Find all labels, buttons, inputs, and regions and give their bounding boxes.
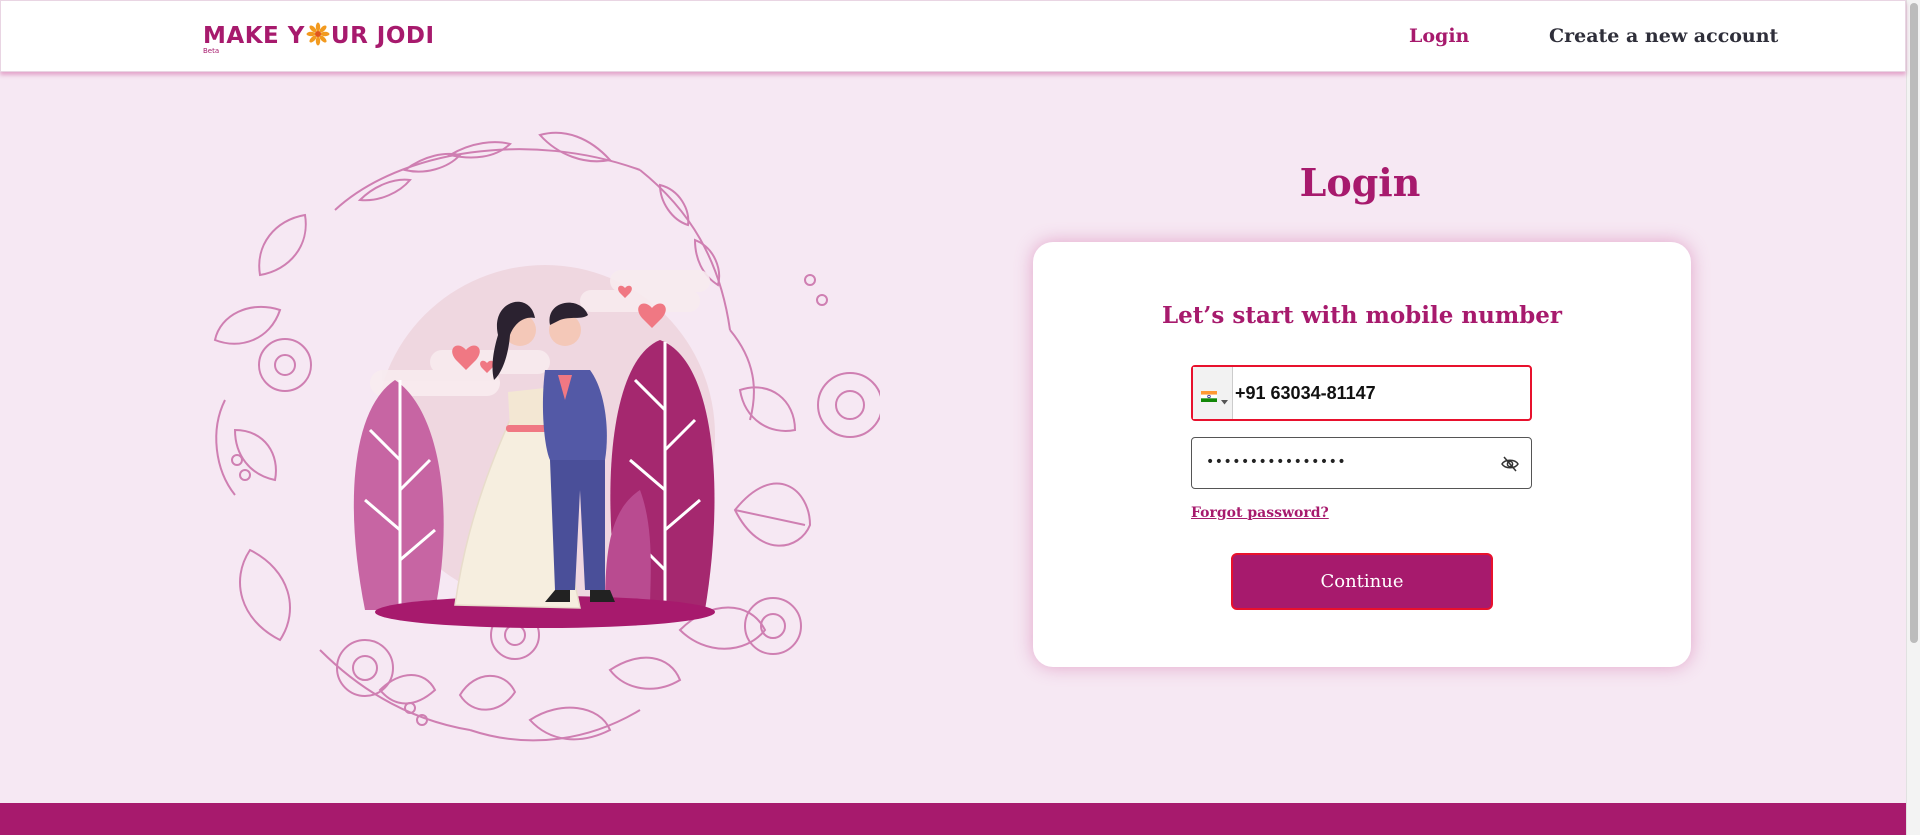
continue-button[interactable]: Continue xyxy=(1231,553,1493,610)
password-field[interactable]: •••••••••••••••• xyxy=(1191,437,1532,489)
login-card: Let’s start with mobile number +91 63034… xyxy=(1033,242,1691,667)
logo-flower-icon xyxy=(306,22,330,52)
india-flag-icon xyxy=(1201,387,1217,402)
logo-text-right: UR JODI xyxy=(330,23,435,49)
couple-illustration xyxy=(210,130,883,780)
vertical-scrollbar[interactable] xyxy=(1906,0,1920,835)
password-input[interactable]: •••••••••••••••• xyxy=(1206,454,1346,470)
nav-login-link[interactable]: Login xyxy=(1409,25,1469,47)
page-title: Login xyxy=(1299,160,1421,205)
logo-beta-label: Beta xyxy=(203,47,220,55)
scrollbar-thumb[interactable] xyxy=(1910,3,1918,643)
caret-down-icon xyxy=(1221,390,1228,409)
card-subtitle: Let’s start with mobile number xyxy=(1162,302,1562,329)
eye-off-icon[interactable] xyxy=(1500,454,1520,474)
phone-number-input[interactable]: +91 63034-81147 xyxy=(1235,383,1376,404)
country-code-selector[interactable] xyxy=(1193,367,1233,419)
forgot-password-link[interactable]: Forgot password? xyxy=(1191,505,1329,521)
logo[interactable]: MAKE Y UR JODI xyxy=(203,19,435,49)
footer-band xyxy=(0,803,1906,835)
top-navbar: MAKE Y UR JODI Beta Login Create a new a… xyxy=(0,0,1906,72)
logo-text-left: MAKE Y xyxy=(203,23,305,49)
phone-number-field[interactable]: +91 63034-81147 xyxy=(1191,365,1532,421)
couple-illustration-svg xyxy=(213,131,883,742)
nav-create-account-link[interactable]: Create a new account xyxy=(1549,25,1778,47)
